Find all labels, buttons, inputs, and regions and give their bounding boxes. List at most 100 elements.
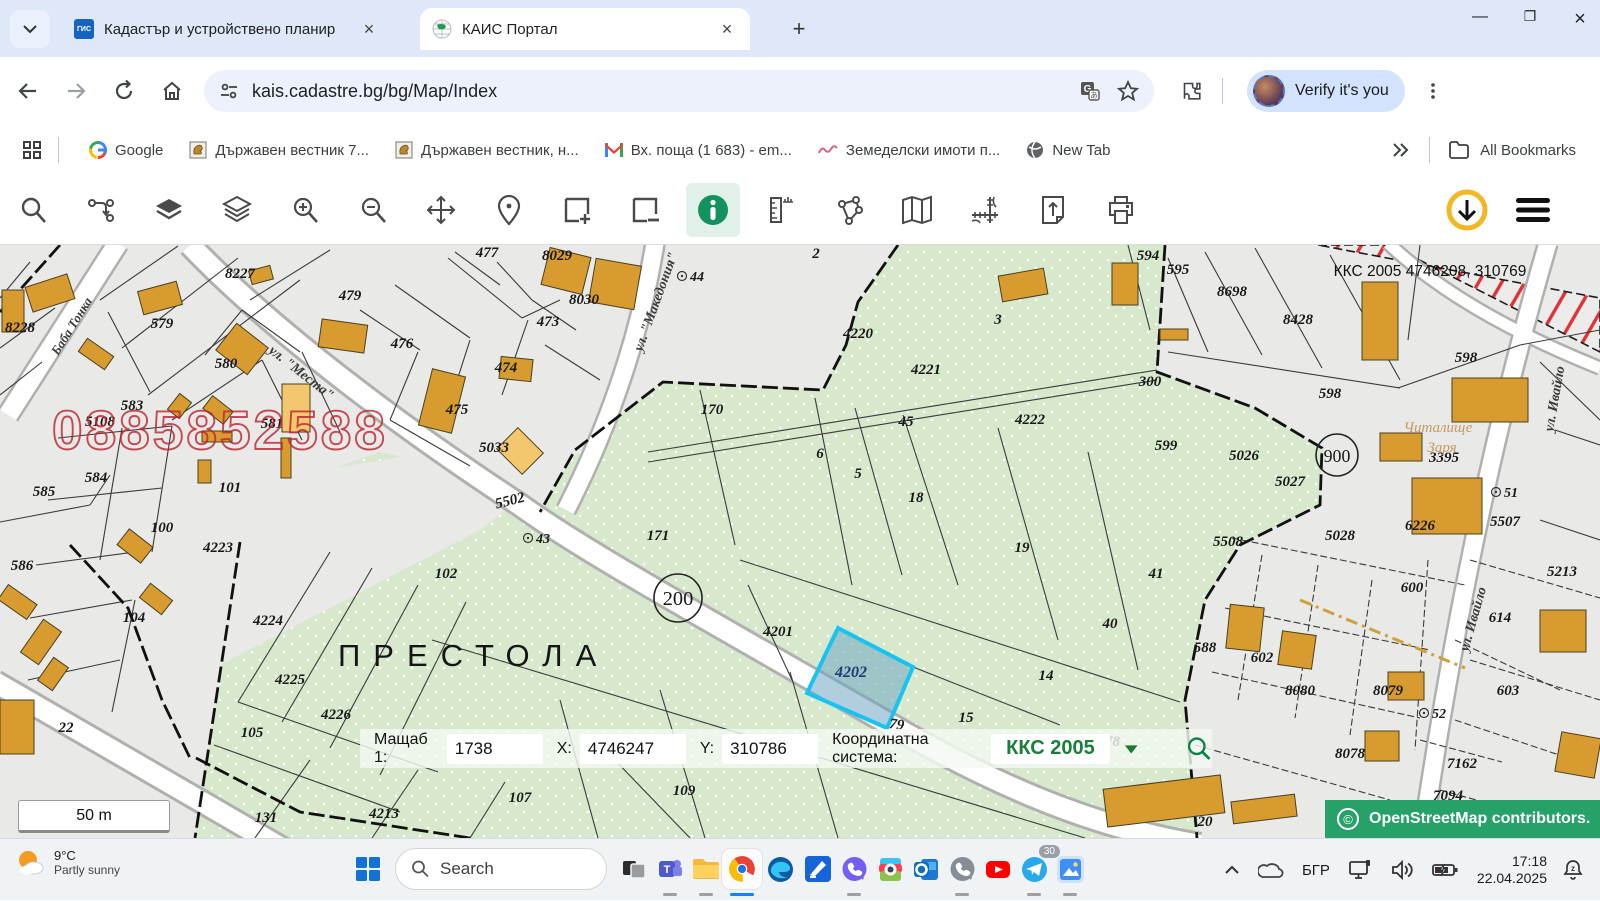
clock[interactable]: 17:18 22.04.2025 — [1477, 853, 1547, 887]
map-download-button[interactable] — [1440, 183, 1494, 237]
weather-widget[interactable]: 9°CPartly sunny — [14, 847, 120, 879]
start-button[interactable] — [348, 849, 388, 889]
cast-tray-icon[interactable] — [1348, 859, 1372, 881]
address-bar[interactable]: kais.cadastre.bg/bg/Map/Index Gあ — [204, 70, 1154, 112]
blue-app-icon — [805, 856, 831, 882]
scale-input[interactable] — [447, 734, 543, 764]
viber-app[interactable] — [834, 849, 874, 889]
map-coordinates-tool[interactable] — [958, 183, 1012, 237]
parcel-label: 614 — [1489, 610, 1512, 626]
tray-expand-button[interactable] — [1224, 865, 1240, 875]
home-button[interactable] — [152, 71, 192, 111]
map-select-add-tool[interactable] — [550, 183, 604, 237]
parcel-label: 20 — [1197, 814, 1214, 830]
parcel-label: 3 — [993, 312, 1002, 328]
coordinate-grid-icon — [968, 193, 1002, 227]
apps-grid-button[interactable] — [22, 140, 42, 160]
map-zoom-in-tool[interactable] — [278, 183, 332, 237]
onedrive-tray-icon[interactable] — [1258, 861, 1284, 879]
bookmark-label: Вх. поща (1 683) - em... — [631, 142, 792, 159]
browser-menu-button[interactable] — [1413, 71, 1453, 111]
route-nodes-icon — [86, 195, 116, 225]
site-settings-icon[interactable] — [218, 80, 240, 102]
coordinate-search-icon[interactable] — [1185, 734, 1212, 764]
survey-point-label: 51 — [1504, 486, 1518, 501]
forward-button[interactable] — [56, 71, 96, 111]
place-label: Читалище — [1404, 420, 1473, 436]
parcel-label: 5028 — [1325, 528, 1356, 544]
map-route-tool[interactable] — [74, 183, 128, 237]
tab-close-icon[interactable]: × — [716, 19, 738, 40]
reload-button[interactable] — [104, 71, 144, 111]
task-view-button[interactable] — [614, 849, 654, 889]
gray-phone-app[interactable] — [942, 849, 982, 889]
verify-profile-button[interactable]: Verify it's you — [1247, 70, 1405, 112]
photos-app[interactable] — [1050, 849, 1090, 889]
all-bookmarks-folder-icon — [1448, 140, 1470, 160]
map-search-tool[interactable] — [6, 183, 60, 237]
parcel-label: 4224 — [252, 613, 284, 629]
map-basemap-tool[interactable] — [142, 183, 196, 237]
chrome-app[interactable] — [722, 849, 762, 889]
map-select-remove-tool[interactable] — [618, 183, 672, 237]
window-minimize-icon[interactable]: — — [1468, 8, 1492, 31]
map-menu-button[interactable] — [1506, 183, 1560, 237]
bookmark-item[interactable]: New Tab — [1026, 141, 1110, 159]
new-tab-button[interactable]: + — [785, 16, 813, 44]
extensions-button[interactable] — [1172, 71, 1212, 111]
all-bookmarks-label[interactable]: All Bookmarks — [1480, 142, 1576, 159]
bookmark-item[interactable]: Google — [89, 141, 163, 159]
bluestacks-app[interactable] — [870, 849, 910, 889]
tab-cadastre[interactable]: ГИС Кадастър и устройствено планир × — [62, 8, 392, 50]
telegram-app[interactable]: 30 — [1014, 849, 1054, 889]
bookmark-item[interactable]: Държавен вестник, н... — [395, 141, 579, 159]
map-polygon-tool[interactable] — [822, 183, 876, 237]
youtube-app[interactable] — [978, 849, 1018, 889]
tab-close-icon[interactable]: × — [358, 19, 380, 40]
parcel-label: 4221 — [910, 362, 941, 378]
window-close-icon[interactable]: × — [1568, 8, 1592, 31]
parcel-label: 4222 — [1014, 412, 1046, 428]
back-button[interactable] — [8, 71, 48, 111]
windows-logo-icon — [355, 856, 381, 882]
battery-tray-icon[interactable] — [1432, 862, 1458, 878]
map-export-tool[interactable] — [1026, 183, 1080, 237]
map-pan-tool[interactable] — [414, 183, 468, 237]
notifications-button[interactable]: z — [1562, 859, 1584, 881]
svg-text:T: T — [663, 864, 670, 876]
language-indicator[interactable]: БГР — [1302, 862, 1330, 879]
file-explorer-app[interactable] — [686, 849, 726, 889]
y-input[interactable] — [722, 734, 818, 764]
bookmark-item[interactable]: Вх. поща (1 683) - em... — [605, 142, 792, 159]
tab-search-button[interactable] — [10, 10, 50, 48]
bookmark-star-icon[interactable] — [1116, 79, 1140, 103]
window-maximize-icon[interactable]: ❐ — [1518, 8, 1542, 31]
tab-kais-portal[interactable]: КАИС Портал × — [420, 8, 750, 50]
edge-app[interactable] — [760, 849, 800, 889]
bookmark-item[interactable]: Държавен вестник 7... — [189, 141, 369, 159]
teams-app[interactable]: T — [650, 849, 690, 889]
crs-dropdown[interactable]: ККС 2005 — [991, 734, 1111, 764]
parcel-label: 585 — [33, 484, 56, 500]
translate-icon[interactable]: Gあ — [1078, 79, 1102, 103]
map-print-tool[interactable] — [1094, 183, 1148, 237]
taskbar-search[interactable]: Search — [395, 848, 607, 890]
dropdown-arrow-icon[interactable] — [1124, 743, 1139, 755]
url-text[interactable]: kais.cadastre.bg/bg/Map/Index — [252, 81, 1078, 102]
map-zoom-out-tool[interactable] — [346, 183, 400, 237]
bookmark-label: Държавен вестник, н... — [421, 142, 579, 159]
map-locate-tool[interactable] — [482, 183, 536, 237]
x-input[interactable] — [580, 734, 686, 764]
map-measure-tool[interactable] — [754, 183, 808, 237]
map-overview-tool[interactable] — [890, 183, 944, 237]
bookmarks-overflow-icon[interactable] — [1391, 142, 1411, 158]
volume-tray-icon[interactable] — [1390, 860, 1414, 880]
outlook-app[interactable] — [906, 849, 946, 889]
bookmark-item[interactable]: Земеделски имоти п... — [818, 142, 1000, 159]
map-layers-tool[interactable] — [210, 183, 264, 237]
osm-attribution-text[interactable]: OpenStreetMap contributors. — [1369, 810, 1590, 828]
blue-utility-app[interactable] — [798, 849, 838, 889]
scale-bar: 50 m — [18, 800, 170, 833]
globe-icon — [1026, 141, 1044, 159]
map-info-tool[interactable] — [686, 183, 740, 237]
